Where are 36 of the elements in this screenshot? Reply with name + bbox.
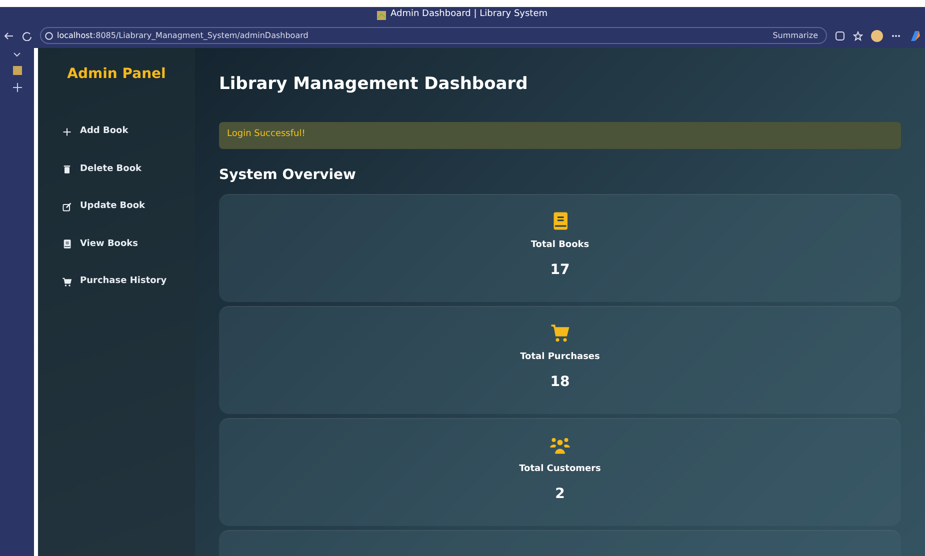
stat-label: Total Purchases	[520, 350, 600, 364]
sidebar-link[interactable]: Purchase History	[38, 267, 195, 296]
favorites-icon[interactable]	[853, 30, 863, 40]
summarize-button[interactable]: Summarize	[772, 30, 818, 42]
tab-icon[interactable]	[12, 66, 22, 75]
cart-icon	[550, 322, 570, 342]
plus-icon[interactable]	[12, 83, 22, 92]
url-text: localhost:8085/Liabrary_Managment_System/adminDashboard	[57, 30, 308, 42]
back-icon[interactable]	[4, 30, 14, 40]
copilot-icon[interactable]	[909, 30, 921, 42]
sidebar-title: Admin Panel	[66, 65, 167, 84]
plus-icon	[62, 126, 72, 137]
address-bar[interactable]: localhost:8085/Liabrary_Managment_System/adminDashboard Summarize	[40, 27, 827, 44]
section-title: System Overview	[219, 166, 357, 184]
refresh-icon[interactable]	[22, 30, 32, 40]
sidebar-link[interactable]: Delete Book	[38, 154, 195, 184]
success-alert: Login Successful!	[219, 122, 901, 148]
extensions-icon[interactable]	[835, 30, 845, 40]
sidebar-link[interactable]: Add Book	[38, 117, 195, 146]
cart-icon	[62, 276, 72, 287]
profile-icon[interactable]	[871, 30, 883, 42]
stat-value: 17	[550, 261, 570, 280]
edit-icon	[62, 202, 72, 212]
chevron-icon[interactable]	[13, 52, 21, 58]
trash-icon	[62, 164, 72, 174]
stat-label: Total Customers	[519, 462, 601, 476]
stat-label: Total Books	[530, 238, 590, 252]
sidebar-link[interactable]: Update Book	[38, 192, 195, 222]
page-title: Library Management Dashboard	[219, 73, 529, 96]
app-icon	[377, 10, 386, 20]
info-icon	[45, 32, 53, 40]
stat-value: 2	[555, 485, 565, 504]
window-title: Admin Dashboard | Library System	[390, 8, 548, 22]
stat-value: 18	[550, 373, 570, 392]
sidebar-link[interactable]: View Books	[38, 230, 195, 259]
book-icon	[62, 239, 72, 250]
